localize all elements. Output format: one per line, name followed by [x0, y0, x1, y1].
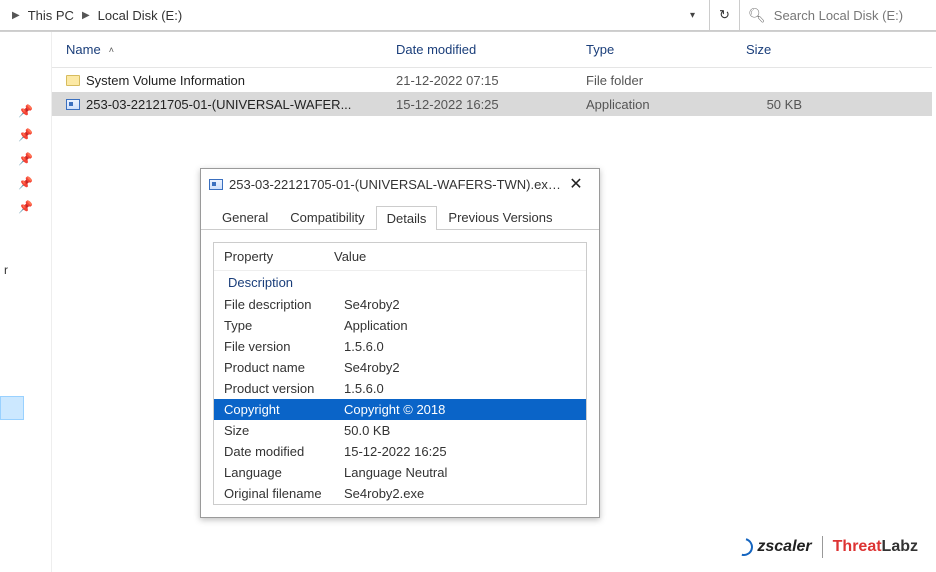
col-date[interactable]: Date modified — [382, 42, 572, 57]
details-box: Property Value Description File descript… — [213, 242, 587, 505]
pin-icon[interactable]: 📌 — [18, 176, 33, 190]
file-row[interactable]: 253-03-22121705-01-(UNIVERSAL-WAFER... 1… — [52, 92, 932, 116]
close-button[interactable]: ✕ — [561, 174, 591, 194]
dialog-titlebar[interactable]: 253-03-22121705-01-(UNIVERSAL-WAFERS-TWN… — [201, 169, 599, 199]
threatlabz-logo: ThreatLabz — [833, 538, 918, 556]
dialog-title: 253-03-22121705-01-(UNIVERSAL-WAFERS-TWN… — [229, 177, 561, 192]
properties-dialog: 253-03-22121705-01-(UNIVERSAL-WAFERS-TWN… — [200, 168, 600, 518]
address-bar: ▶ This PC ▶ Local Disk (E:) ▾ ↻ 🔍︎ Searc… — [0, 0, 936, 32]
crumb-this-pc[interactable]: This PC — [24, 6, 78, 25]
pin-icon[interactable]: 📌 — [18, 200, 33, 214]
zscaler-logo: zscaler — [735, 538, 811, 556]
application-icon — [66, 99, 80, 110]
sidebar-selection[interactable] — [0, 396, 24, 420]
details-row[interactable]: Size50.0 KB — [214, 420, 586, 441]
details-row[interactable]: File descriptionSe4roby2 — [214, 294, 586, 315]
column-headers[interactable]: Name˄ Date modified Type Size — [52, 32, 932, 68]
search-placeholder: Search Local Disk (E:) — [774, 8, 903, 23]
swoosh-icon — [732, 535, 757, 560]
col-type[interactable]: Type — [572, 42, 732, 57]
breadcrumb[interactable]: ▶ This PC ▶ Local Disk (E:) ▾ — [0, 0, 710, 31]
crumb-drive[interactable]: Local Disk (E:) — [94, 6, 187, 25]
file-row[interactable]: System Volume Information 21-12-2022 07:… — [52, 68, 932, 92]
refresh-button[interactable]: ↻ — [710, 0, 740, 31]
details-section: Description — [214, 271, 586, 294]
folder-icon — [66, 75, 80, 86]
sidebar-letter: r — [4, 263, 8, 277]
tab-compatibility[interactable]: Compatibility — [279, 205, 375, 229]
application-icon — [209, 179, 223, 190]
refresh-icon: ↻ — [719, 7, 730, 23]
chevron-right-icon: ▶ — [12, 10, 20, 21]
details-row[interactable]: TypeApplication — [214, 315, 586, 336]
divider — [822, 536, 823, 558]
col-size[interactable]: Size — [732, 42, 812, 57]
pin-icon[interactable]: 📌 — [18, 104, 33, 118]
dialog-tabs: General Compatibility Details Previous V… — [201, 199, 599, 230]
details-row[interactable]: Product version1.5.6.0 — [214, 378, 586, 399]
pin-icon[interactable]: 📌 — [18, 128, 33, 142]
chevron-right-icon: ▶ — [82, 10, 90, 21]
details-row[interactable]: Product nameSe4roby2 — [214, 357, 586, 378]
details-row[interactable]: File version1.5.6.0 — [214, 336, 586, 357]
search-icon: 🔍︎ — [748, 7, 766, 24]
pin-icon[interactable]: 📌 — [18, 152, 33, 166]
tab-details[interactable]: Details — [376, 206, 438, 230]
details-row[interactable]: Original filenameSe4roby2.exe — [214, 483, 586, 504]
details-row[interactable]: Date modified15-12-2022 16:25 — [214, 441, 586, 462]
sort-up-icon: ˄ — [109, 45, 114, 55]
chevron-down-icon[interactable]: ▾ — [690, 10, 695, 21]
details-row[interactable]: LanguageLanguage Neutral — [214, 462, 586, 483]
search-input[interactable]: 🔍︎ Search Local Disk (E:) — [740, 0, 936, 31]
col-name: Name˄ — [52, 42, 382, 57]
details-row[interactable]: CopyrightCopyright © 2018 — [214, 399, 586, 420]
branding: zscaler ThreatLabz — [735, 536, 918, 558]
details-header[interactable]: Property Value — [214, 243, 586, 271]
tab-previous-versions[interactable]: Previous Versions — [437, 205, 563, 229]
tab-general[interactable]: General — [211, 205, 279, 229]
quick-access-gutter: 📌 📌 📌 📌 📌 r — [0, 32, 52, 572]
